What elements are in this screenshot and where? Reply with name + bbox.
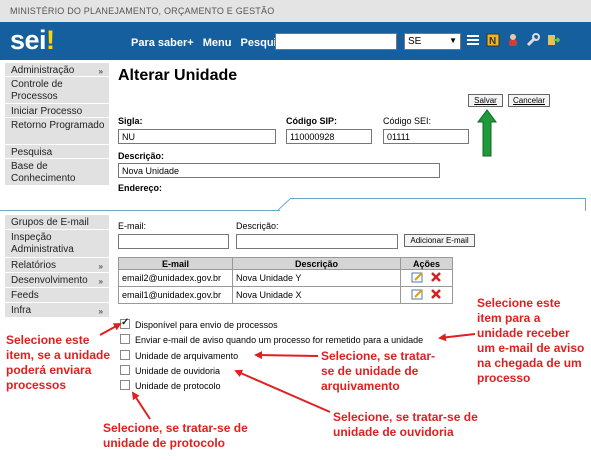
arrow-envio	[99, 323, 122, 336]
arrow-arquivamento	[254, 351, 319, 360]
arrow-ouvidoria	[234, 369, 331, 413]
arrow-protocolo	[131, 391, 151, 420]
annotation-arrows	[99, 323, 476, 420]
arrow-aviso	[438, 333, 476, 342]
